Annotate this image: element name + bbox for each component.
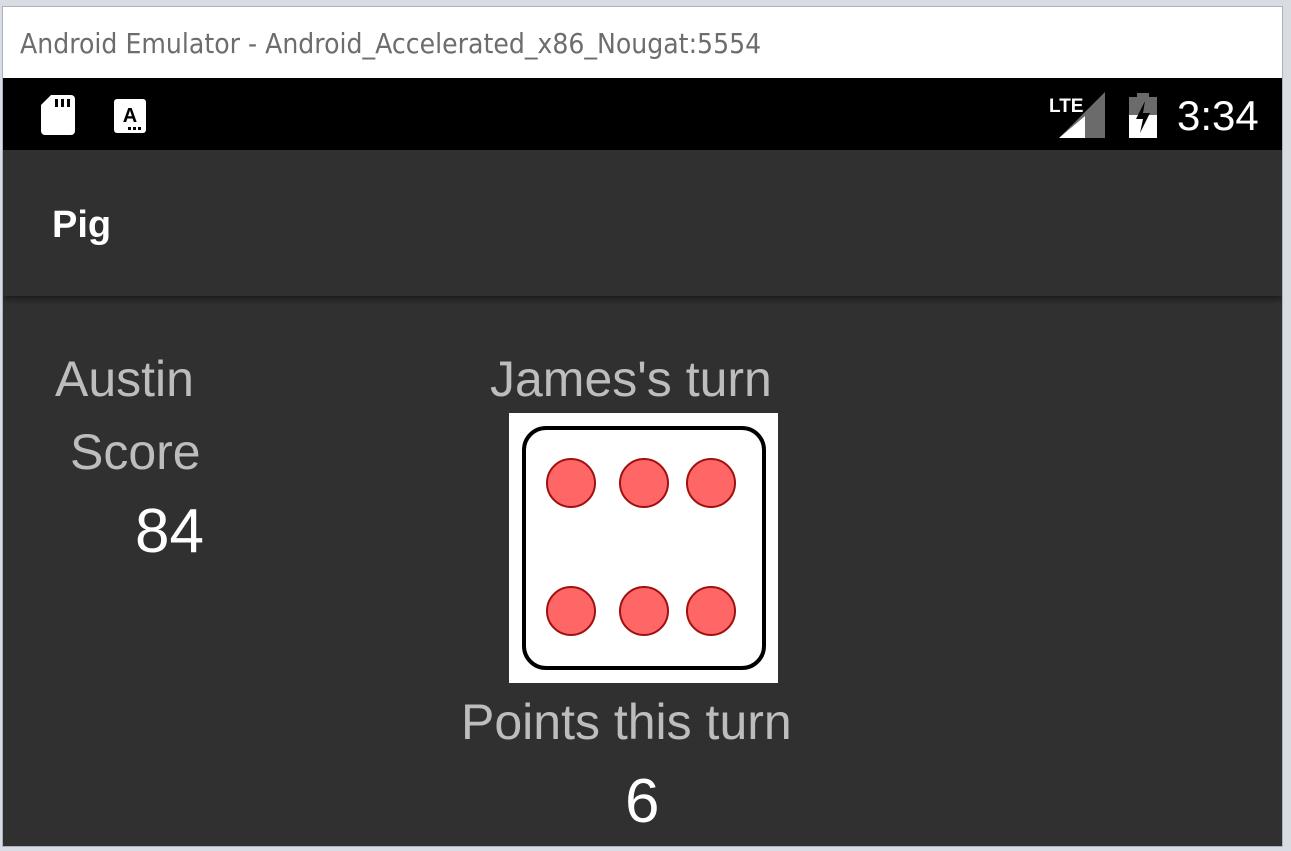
die-pip — [619, 586, 669, 636]
die-pip — [546, 458, 596, 508]
player1-name: Austin — [55, 351, 194, 407]
lte-label: LTE — [1049, 96, 1083, 117]
die-pip — [686, 586, 736, 636]
app-toolbar: Pig — [3, 150, 1282, 296]
battery-charging-icon — [1129, 93, 1157, 138]
emulator-window: Android Emulator - Android_Accelerated_x… — [2, 6, 1283, 847]
die-pip — [546, 586, 596, 636]
die-pip — [619, 458, 669, 508]
roll-die-button[interactable] — [509, 413, 778, 683]
svg-text:A: A — [123, 105, 137, 127]
player1-score: 84 — [135, 497, 204, 566]
lte-signal-icon: LTE — [1049, 92, 1105, 138]
player1-score-label: Score — [70, 424, 201, 480]
keyboard-icon: A — [114, 99, 146, 133]
points-this-turn-label: Points this turn — [461, 694, 792, 750]
turn-indicator: James's turn — [490, 351, 772, 407]
window-title: Android Emulator - Android_Accelerated_x… — [20, 27, 762, 60]
sd-card-icon — [41, 95, 75, 135]
die-six-icon — [522, 426, 766, 670]
android-status-bar: A LTE 3:34 — [3, 78, 1282, 150]
game-screen: Austin Score 84 James's turn Points this… — [3, 296, 1282, 846]
window-titlebar[interactable]: Android Emulator - Android_Accelerated_x… — [3, 7, 1282, 78]
app-title: Pig — [52, 204, 112, 246]
points-this-turn-value: 6 — [625, 767, 660, 836]
status-clock: 3:34 — [1177, 92, 1259, 139]
die-pip — [686, 458, 736, 508]
